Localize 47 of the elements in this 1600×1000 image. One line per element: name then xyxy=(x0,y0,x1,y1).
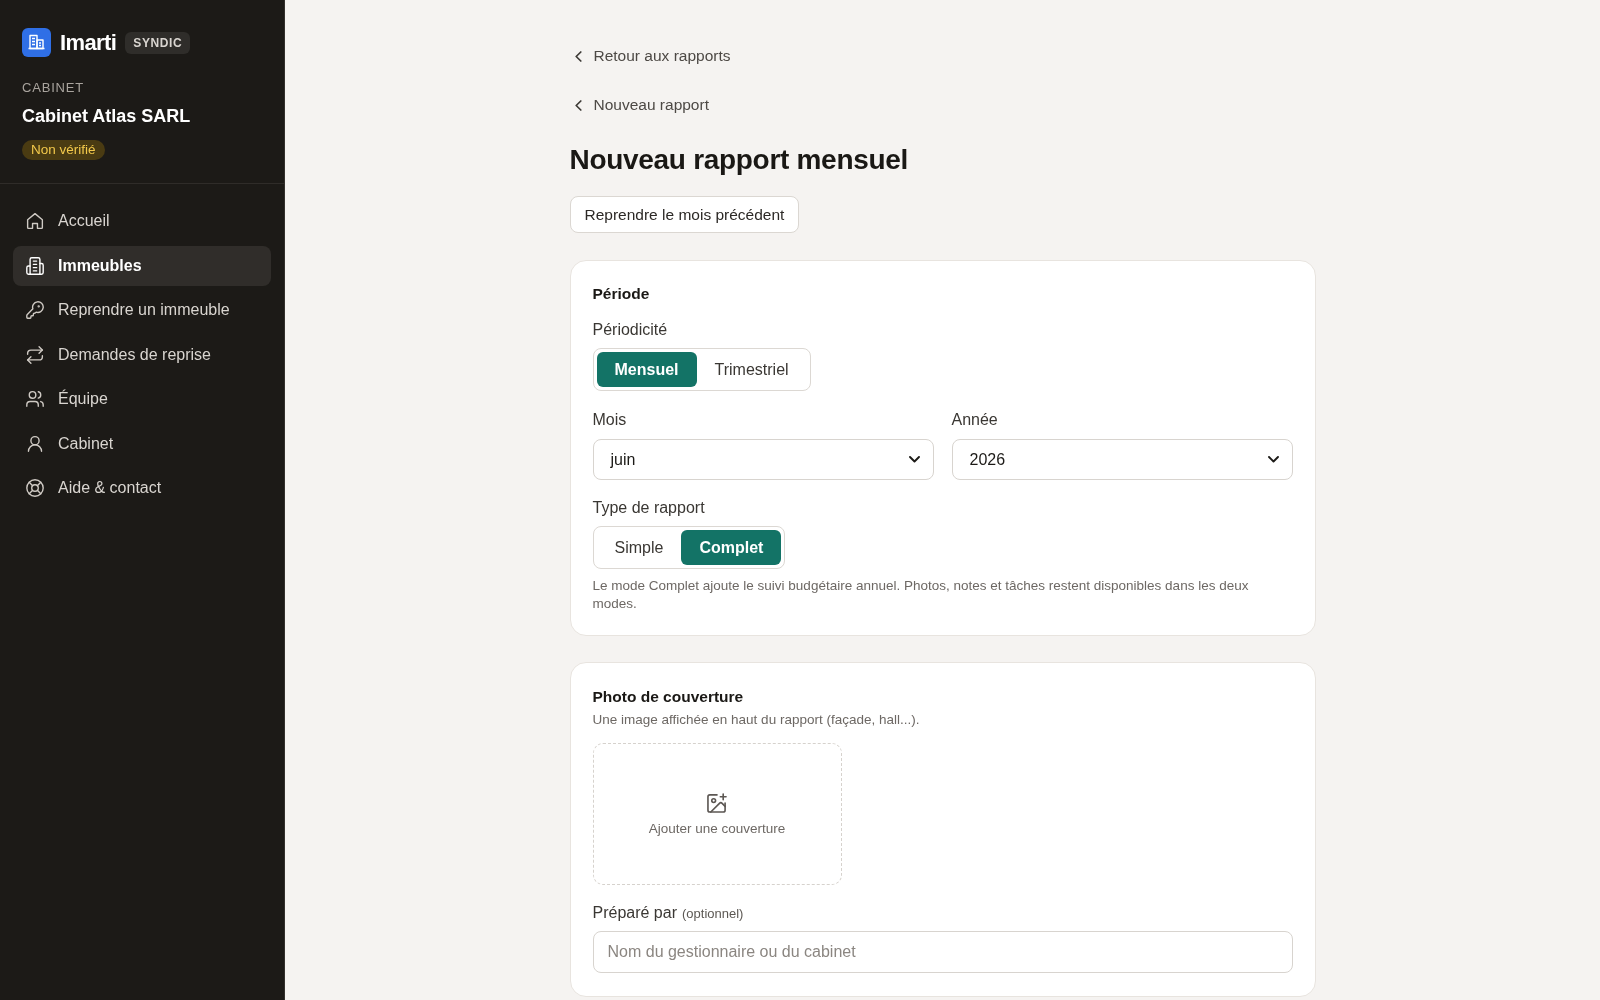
field-label: Mois xyxy=(592,410,628,430)
nav-item[interactable]: Aide & contact xyxy=(13,468,271,508)
month-select[interactable]: juin xyxy=(592,439,934,480)
field-label: Année xyxy=(951,410,999,430)
key-icon xyxy=(26,301,44,319)
plan-badge: SYNDIC xyxy=(125,31,191,54)
cover-upload-dropzone[interactable]: Ajouter une couverture xyxy=(592,743,842,885)
logo-icon xyxy=(22,28,51,57)
org-label: CABINET xyxy=(22,80,84,96)
segment-option[interactable]: Complet xyxy=(681,530,782,565)
building-icon xyxy=(26,256,44,275)
image-plus-icon xyxy=(707,792,727,813)
back-link[interactable]: Nouveau rapport xyxy=(569,95,709,115)
user-icon xyxy=(26,434,44,453)
section-heading: Photo de couverture xyxy=(592,687,744,707)
users-icon xyxy=(26,390,44,408)
repeat-arrows-icon xyxy=(26,345,44,364)
lifebuoy-icon xyxy=(26,479,44,497)
year-select[interactable]: 2026 xyxy=(951,439,1293,480)
copy-previous-month-button[interactable]: Reprendre le mois précédent xyxy=(569,196,800,233)
segment-option[interactable]: Mensuel xyxy=(596,352,697,387)
nav-item[interactable]: Reprendre un immeuble xyxy=(13,290,271,330)
org-name: Cabinet Atlas SARL xyxy=(22,105,191,127)
brand-name: Imarti xyxy=(60,29,117,56)
nav-item[interactable]: Accueil xyxy=(13,201,271,241)
prepared-by-input[interactable]: Nom du gestionnaire ou du cabinet xyxy=(592,931,1293,973)
nav-item[interactable]: Immeubles xyxy=(13,245,271,286)
segment-option[interactable]: Simple xyxy=(596,530,682,565)
chevron-down-icon xyxy=(1267,456,1279,463)
chevron-left-icon xyxy=(574,99,582,111)
page-title: Nouveau rapport mensuel xyxy=(569,143,908,177)
segment-option[interactable]: Trimestriel xyxy=(696,352,807,387)
nav-item[interactable]: Demandes de reprise xyxy=(13,334,271,375)
field-label: Périodicité xyxy=(592,320,668,340)
nav-item[interactable]: Cabinet xyxy=(13,423,271,464)
nav-item[interactable]: Équipe xyxy=(13,379,271,419)
field-label: Type de rapport xyxy=(592,498,705,518)
status-badge: Non vérifié xyxy=(22,140,105,160)
chevron-down-icon xyxy=(908,456,920,463)
optional-hint: (optionnel) xyxy=(682,906,744,921)
home-icon xyxy=(26,212,44,230)
section-heading: Période xyxy=(592,284,650,304)
help-text: Le mode Complet ajoute le suivi budgétaire annuel. Photos, notes et tâches restent disponibles dans les deux modes. xyxy=(592,577,1250,612)
chevron-left-icon xyxy=(574,50,582,62)
back-link[interactable]: Retour aux rapports xyxy=(569,46,731,66)
field-label: Préparé par xyxy=(592,903,677,923)
section-description: Une image affichée en haut du rapport (façade, hall...). xyxy=(592,711,920,729)
